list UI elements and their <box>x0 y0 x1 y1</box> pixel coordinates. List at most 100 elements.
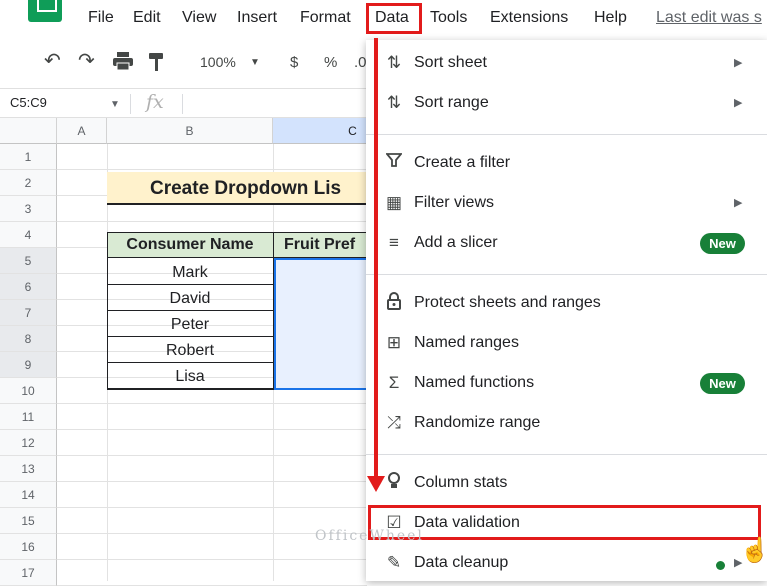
menu-item-label: Filter views <box>414 194 495 211</box>
sort-icon: ⇅ <box>386 93 402 112</box>
table-rule <box>107 310 274 311</box>
menu-item-add-slicer[interactable]: ≡ Add a slicer New <box>366 224 767 264</box>
menu-help[interactable]: Help <box>594 9 627 27</box>
column-header-b[interactable]: B <box>107 118 273 144</box>
shuffle-icon: ⤮ <box>387 413 401 432</box>
menu-item-randomize-range[interactable]: ⤮ Randomize range <box>366 404 767 444</box>
currency-button[interactable]: $ <box>290 54 298 71</box>
row-header-2[interactable]: 2 <box>0 170 57 196</box>
table-cell[interactable]: Mark <box>108 264 272 282</box>
gridline <box>57 481 367 482</box>
menu-item-label: Randomize range <box>414 414 541 431</box>
paint-format-icon[interactable] <box>148 52 166 77</box>
menu-item-filter-views[interactable]: ▦ Filter views ▶ <box>366 184 767 224</box>
menu-item-label: Sort range <box>414 94 489 111</box>
gridline <box>57 507 367 508</box>
menu-bar: File Edit View Insert Format Data Tools … <box>0 0 767 40</box>
gridline <box>57 429 367 430</box>
filter-icon <box>384 152 404 174</box>
table-rule <box>107 362 274 363</box>
menu-separator <box>366 454 767 455</box>
decrease-decimal-button[interactable]: .0 <box>354 54 367 71</box>
header-fruit-preference[interactable]: Fruit Pref <box>284 236 355 254</box>
row-header-5[interactable]: 5 <box>0 248 57 274</box>
gridline <box>57 169 367 170</box>
table-cell[interactable]: Peter <box>108 316 272 334</box>
sheets-logo-icon[interactable] <box>28 0 62 22</box>
lightbulb-icon <box>384 472 404 494</box>
table-rule <box>107 284 274 285</box>
last-edit-link[interactable]: Last edit was s <box>656 9 762 27</box>
menu-separator <box>366 134 767 135</box>
page-title[interactable]: Create Dropdown Lis <box>150 178 341 200</box>
menu-item-label: Create a filter <box>414 154 511 171</box>
submenu-arrow-icon: ▶ <box>734 57 743 69</box>
lock-icon <box>384 292 404 314</box>
table-cell[interactable]: Lisa <box>108 368 272 386</box>
chevron-down-icon[interactable]: ▼ <box>110 99 120 110</box>
chevron-down-icon[interactable]: ▼ <box>250 57 260 68</box>
row-header-12[interactable]: 12 <box>0 430 57 456</box>
menu-edit[interactable]: Edit <box>133 9 161 27</box>
menu-view[interactable]: View <box>182 9 216 27</box>
row-header-1[interactable]: 1 <box>0 144 57 170</box>
row-header-6[interactable]: 6 <box>0 274 57 300</box>
column-header-a[interactable]: A <box>57 118 107 144</box>
menu-item-label: Column stats <box>414 474 508 491</box>
row-header-8[interactable]: 8 <box>0 326 57 352</box>
print-icon[interactable] <box>112 52 134 75</box>
menu-format[interactable]: Format <box>300 9 351 27</box>
menu-item-named-functions[interactable]: Σ Named functions New <box>366 364 767 404</box>
menu-item-label: Named ranges <box>414 334 519 351</box>
menu-item-data-cleanup[interactable]: ✎ Data cleanup ▶ <box>366 544 767 584</box>
menu-extensions[interactable]: Extensions <box>490 9 568 27</box>
slicer-icon: ≡ <box>389 233 399 252</box>
data-validation-highlight <box>368 505 761 540</box>
selected-range[interactable] <box>274 258 367 390</box>
hand-cursor-icon: ☝ <box>740 537 767 564</box>
menu-item-column-stats[interactable]: Column stats <box>366 464 767 504</box>
row-header-13[interactable]: 13 <box>0 456 57 482</box>
gridline <box>57 559 367 560</box>
table-rule <box>107 388 274 390</box>
menu-item-protect-sheets[interactable]: Protect sheets and ranges <box>366 284 767 324</box>
sigma-icon: Σ <box>388 373 400 392</box>
row-header-17[interactable]: 17 <box>0 560 57 586</box>
header-consumer-name[interactable]: Consumer Name <box>108 236 272 254</box>
table-cell[interactable]: Robert <box>108 342 272 360</box>
row-header-16[interactable]: 16 <box>0 534 57 560</box>
menu-item-label: Protect sheets and ranges <box>414 294 601 311</box>
row-header-11[interactable]: 11 <box>0 404 57 430</box>
row-header-9[interactable]: 9 <box>0 352 57 378</box>
row-header-3[interactable]: 3 <box>0 196 57 222</box>
row-header-14[interactable]: 14 <box>0 482 57 508</box>
name-box[interactable]: C5:C9 <box>10 95 47 110</box>
divider <box>182 94 183 114</box>
percent-button[interactable]: % <box>324 54 337 71</box>
menu-tools[interactable]: Tools <box>430 9 467 27</box>
menu-item-sort-sheet[interactable]: ⇅ Sort sheet ▶ <box>366 44 767 84</box>
row-header-7[interactable]: 7 <box>0 300 57 326</box>
undo-icon[interactable]: ↶ <box>44 48 61 73</box>
zoom-select[interactable]: 100% <box>200 54 236 70</box>
select-all-corner[interactable] <box>0 118 57 144</box>
row-header-15[interactable]: 15 <box>0 508 57 534</box>
table-cell[interactable]: David <box>108 290 272 308</box>
menu-item-create-filter[interactable]: Create a filter <box>366 144 767 184</box>
menu-item-label: Named functions <box>414 374 535 391</box>
table-rule <box>107 336 274 337</box>
menu-insert[interactable]: Insert <box>237 9 277 27</box>
redo-icon[interactable]: ↷ <box>78 48 95 73</box>
menu-item-named-ranges[interactable]: ⊞ Named ranges <box>366 324 767 364</box>
new-badge: New <box>700 233 745 254</box>
annotation-arrow-line <box>374 38 378 478</box>
menu-file[interactable]: File <box>88 9 114 27</box>
menu-item-sort-range[interactable]: ⇅ Sort range ▶ <box>366 84 767 124</box>
data-menu-highlight <box>366 3 422 34</box>
row-header-4[interactable]: 4 <box>0 222 57 248</box>
data-dropdown-menu: ⇅ Sort sheet ▶ ⇅ Sort range ▶ Create a f… <box>366 40 767 581</box>
row-header-10[interactable]: 10 <box>0 378 57 404</box>
annotation-arrow-head-icon <box>367 476 385 492</box>
submenu-arrow-icon: ▶ <box>734 97 743 109</box>
new-badge: New <box>700 373 745 394</box>
